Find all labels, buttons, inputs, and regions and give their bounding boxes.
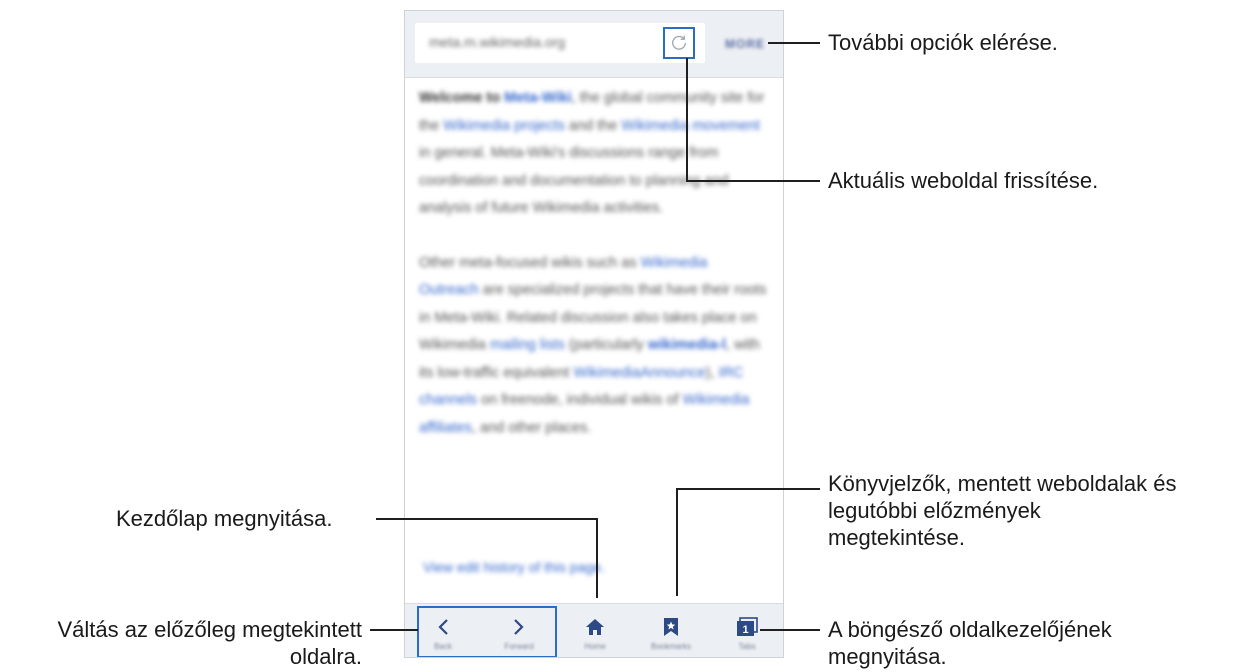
text-welcome: Welcome to <box>419 90 505 106</box>
link-wikimedia-movement[interactable]: Wikimedia movement <box>621 118 760 134</box>
callout-bookmarks: Könyvjelzők, mentett weboldalak és legut… <box>828 470 1177 551</box>
callout-bookmarks-line-1: Könyvjelzők, mentett weboldalak és <box>828 471 1177 496</box>
view-history-link[interactable]: View edit history of this page. <box>423 559 605 575</box>
text-span: (particularly <box>564 337 648 353</box>
text-span: on freenode, individual wikis of <box>477 392 683 408</box>
callout-tab-manager-line-1: A böngésző oldalkezelőjének <box>828 617 1112 642</box>
tabs-icon: 1 <box>737 617 758 636</box>
text-span: and the <box>564 117 622 134</box>
forward-button[interactable]: Forward <box>481 604 557 657</box>
leader-navigation <box>370 629 418 631</box>
browser-screen: meta.m.wikimedia.org MORE Welcome to Met… <box>404 10 784 658</box>
back-button[interactable]: Back <box>405 604 481 657</box>
tabs-button[interactable]: 1 Tabs <box>709 604 783 657</box>
link-wikimedia-l[interactable]: wikimedia-l <box>648 337 726 353</box>
callout-tab-manager: A böngésző oldalkezelőjének megnyitása. <box>828 616 1112 670</box>
address-bar: meta.m.wikimedia.org MORE <box>405 11 783 78</box>
callout-home: Kezdőlap megnyitása. <box>116 506 333 531</box>
text-span: , and other places. <box>471 419 592 436</box>
reload-button[interactable] <box>663 27 695 59</box>
leader-refresh-v <box>686 58 688 182</box>
more-button[interactable]: MORE <box>725 37 765 51</box>
tabs-label: Tabs <box>738 642 756 651</box>
callout-refresh: Aktuális weboldal frissítése. <box>828 168 1099 193</box>
link-mailing-lists[interactable]: mailing lists <box>490 337 565 353</box>
forward-label: Forward <box>504 642 534 651</box>
url-text: meta.m.wikimedia.org <box>429 34 566 50</box>
bookmarks-button[interactable]: Bookmarks <box>633 604 709 657</box>
callout-tab-manager-line-2: megnyitása. <box>828 644 947 669</box>
url-field[interactable]: meta.m.wikimedia.org <box>415 23 705 63</box>
text-span: Other meta-focused wikis such as <box>419 254 641 271</box>
link-meta-wiki[interactable]: Meta-Wiki <box>504 90 572 106</box>
home-button[interactable]: Home <box>557 604 633 657</box>
reload-icon <box>672 35 686 50</box>
forward-icon <box>514 619 524 635</box>
link-wikimedia-announce[interactable]: WikimediaAnnounce <box>573 365 705 381</box>
leader-home-v <box>596 518 598 598</box>
callout-more-options: További opciók elérése. <box>828 30 1058 55</box>
link-wikimedia-projects[interactable]: Wikimedia projects <box>443 118 565 134</box>
text-span: in general. Meta-Wiki's discussions rang… <box>419 145 729 216</box>
leader-tabs <box>760 629 820 631</box>
callout-navigation: Váltás az előzőleg megtekintett oldalra. <box>6 616 362 670</box>
bookmark-icon <box>664 618 678 636</box>
callout-navigation-line-1: Váltás az előzőleg megtekintett <box>57 617 362 642</box>
leader-bookmarks-v <box>676 488 678 596</box>
text-span: ), <box>705 364 719 381</box>
callout-navigation-line-2: oldalra. <box>289 644 362 669</box>
callout-bookmarks-line-3: megtekintése. <box>828 525 965 550</box>
paragraph-intro: Welcome to Meta-Wiki, the global communi… <box>419 85 769 223</box>
page-content: Welcome to Meta-Wiki, the global communi… <box>419 85 769 469</box>
leader-more <box>768 42 820 44</box>
callout-bookmarks-line-2: legutóbbi előzmények <box>828 498 1041 523</box>
home-icon <box>586 619 604 635</box>
back-label: Back <box>434 642 452 651</box>
bottom-toolbar: Back Forward Home Bookmarks 1 Tabs <box>405 603 783 657</box>
leader-bookmarks-h <box>676 488 820 490</box>
home-label: Home <box>584 642 606 651</box>
leader-refresh-h <box>686 180 820 182</box>
leader-home-h <box>376 518 598 520</box>
back-icon <box>438 619 448 635</box>
paragraph-other-wikis: Other meta-focused wikis such as Wikimed… <box>419 250 769 443</box>
tabs-count: 1 <box>742 624 748 636</box>
bookmarks-label: Bookmarks <box>650 642 691 651</box>
